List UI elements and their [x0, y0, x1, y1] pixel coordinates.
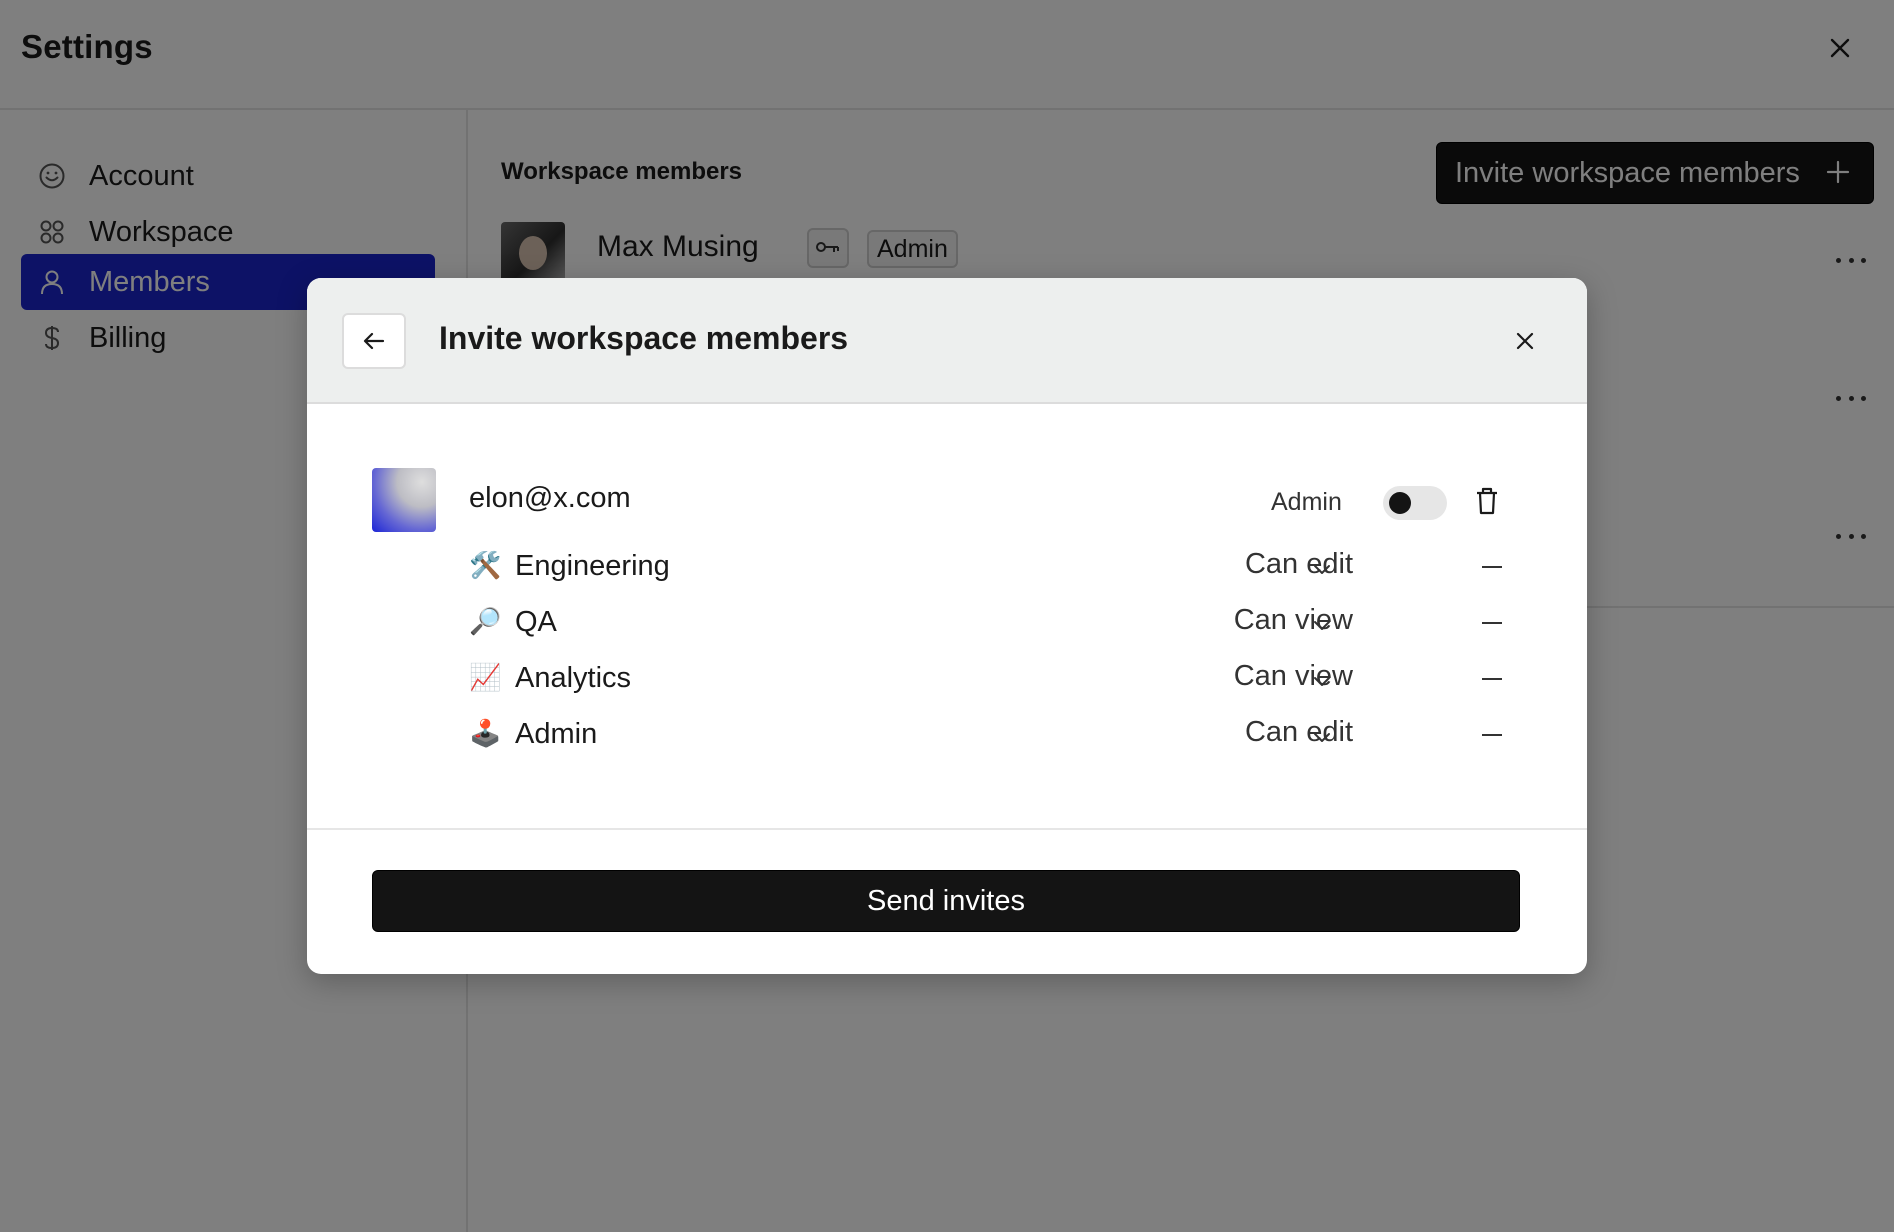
remove-group-button[interactable] [1482, 678, 1502, 680]
trash-icon[interactable] [1473, 486, 1501, 516]
toggle-knob [1389, 492, 1411, 514]
back-button[interactable] [342, 313, 406, 369]
group-name: Analytics [515, 662, 632, 694]
chart-up-icon: 📈 [469, 662, 502, 692]
arrow-left-icon [363, 332, 385, 350]
group-name: Admin [515, 718, 598, 750]
admin-toggle[interactable] [1383, 486, 1447, 520]
permission-select[interactable]: Can edit [1245, 716, 1353, 749]
list-item: 🔎 QA Can view [469, 602, 1529, 646]
invitee-email: elon@x.com [469, 482, 631, 514]
group-name: Engineering [515, 550, 670, 582]
invite-modal: Invite workspace members elon@x.com Admi… [307, 278, 1587, 974]
chevron-down-icon[interactable] [1309, 668, 1335, 694]
send-invites-button[interactable]: Send invites [372, 870, 1520, 932]
list-item: 📈 Analytics Can view [469, 658, 1529, 702]
settings-app: Settings Account [0, 0, 1894, 1232]
close-icon [1516, 332, 1534, 350]
joystick-icon: 🕹️ [469, 718, 502, 748]
list-item: 🛠️ Engineering Can edit [469, 546, 1529, 590]
tools-icon: 🛠️ [469, 550, 502, 580]
remove-group-button[interactable] [1482, 622, 1502, 624]
chevron-down-icon[interactable] [1309, 724, 1335, 750]
magnifier-icon: 🔎 [469, 606, 502, 636]
permission-select[interactable]: Can view [1234, 660, 1353, 693]
modal-header: Invite workspace members [307, 278, 1587, 404]
chevron-down-icon[interactable] [1309, 612, 1335, 638]
modal-title: Invite workspace members [439, 320, 849, 356]
modal-close-button[interactable] [1507, 323, 1543, 359]
chevron-down-icon[interactable] [1309, 556, 1335, 582]
permission-select[interactable]: Can edit [1245, 548, 1353, 581]
remove-group-button[interactable] [1482, 566, 1502, 568]
avatar [372, 468, 436, 532]
admin-toggle-label: Admin [1271, 488, 1342, 516]
list-item: 🕹️ Admin Can edit [469, 714, 1529, 758]
permission-select[interactable]: Can view [1234, 604, 1353, 637]
group-name: QA [515, 606, 557, 638]
modal-footer-divider [307, 828, 1587, 830]
remove-group-button[interactable] [1482, 734, 1502, 736]
